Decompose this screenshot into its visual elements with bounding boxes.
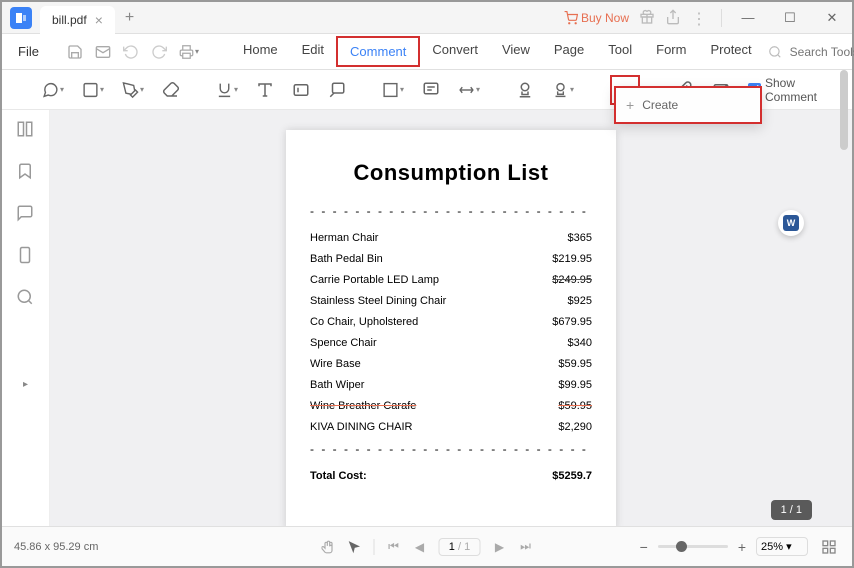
gift-icon[interactable] [639, 9, 657, 27]
first-page-button[interactable]: ⏮ [387, 539, 401, 554]
tab-form[interactable]: Form [644, 36, 698, 67]
tab-page[interactable]: Page [542, 36, 596, 67]
new-tab-button[interactable]: + [125, 9, 134, 27]
menubar: File ▾ Home Edit Comment Convert View Pa… [2, 34, 852, 70]
word-icon: W [783, 215, 799, 231]
doc-total: Total Cost:$5259.7 [310, 470, 592, 482]
doc-row: Carrie Portable LED Lamp$249.95 [310, 274, 592, 286]
close-button[interactable]: ✕ [812, 4, 852, 32]
expand-sidebar-icon[interactable]: ▸ [23, 379, 28, 390]
tab-edit[interactable]: Edit [290, 36, 336, 67]
callout-icon[interactable] [328, 79, 346, 101]
word-export-button[interactable]: W [778, 210, 804, 236]
note-icon[interactable]: ▾ [42, 79, 64, 101]
tab-convert[interactable]: Convert [420, 36, 490, 67]
cursor-coords: 45.86 x 95.29 cm [14, 541, 98, 553]
page-indicator: 1 / 1 [771, 500, 812, 520]
bookmark-icon[interactable] [16, 162, 36, 182]
tab-view[interactable]: View [490, 36, 542, 67]
comment-box-icon[interactable] [422, 79, 440, 101]
fit-page-icon[interactable] [818, 536, 840, 558]
next-page-button[interactable]: ▶ [493, 540, 507, 554]
page-number-input[interactable]: 1 / 1 [439, 538, 481, 556]
minimize-button[interactable]: — [728, 4, 768, 32]
eraser-icon[interactable] [162, 79, 180, 101]
more-icon[interactable]: ⋮ [691, 9, 709, 27]
file-menu[interactable]: File [10, 40, 47, 63]
doc-row: Wine Breather Carafe$59.95 [310, 400, 592, 412]
prev-page-button[interactable]: ◀ [413, 540, 427, 554]
search-input[interactable] [790, 45, 854, 59]
doc-row: Bath Pedal Bin$219.95 [310, 253, 592, 265]
last-page-button[interactable]: ⏭ [519, 539, 533, 554]
buy-now-link[interactable]: Buy Now [564, 11, 629, 25]
page-area: Consumption List - - - - - - - - - - - -… [50, 110, 852, 530]
print-icon[interactable]: ▾ [179, 42, 199, 62]
search-panel-icon[interactable] [16, 288, 36, 308]
app-icon [10, 7, 32, 29]
highlight-icon[interactable]: ▾ [82, 79, 104, 101]
tab-comment[interactable]: Comment [336, 36, 420, 67]
distance-icon[interactable]: ▾ [458, 79, 480, 101]
select-tool-icon[interactable] [348, 540, 362, 554]
undo-icon[interactable] [123, 42, 139, 62]
save-icon[interactable] [67, 42, 83, 62]
thumbnails-icon[interactable] [16, 120, 36, 140]
stamp-icon[interactable] [516, 79, 534, 101]
titlebar: bill.pdf × + Buy Now ⋮ — ☐ ✕ [2, 2, 852, 34]
comments-panel-icon[interactable] [16, 204, 36, 224]
create-signature-popup[interactable]: + Create [614, 86, 762, 124]
document-page: Consumption List - - - - - - - - - - - -… [286, 130, 616, 530]
vertical-scrollbar[interactable] [840, 70, 848, 150]
zoom-in-button[interactable]: + [738, 539, 746, 555]
doc-row: Wire Base$59.95 [310, 358, 592, 370]
doc-row: KIVA DINING CHAIR$2,290 [310, 421, 592, 433]
statusbar: 45.86 x 95.29 cm ⏮ ◀ 1 / 1 ▶ ⏭ − + 25% ▾ [2, 526, 852, 566]
shape-icon[interactable]: ▾ [382, 79, 404, 101]
doc-row: Co Chair, Upholstered$679.95 [310, 316, 592, 328]
tab-home[interactable]: Home [231, 36, 290, 67]
zoom-out-button[interactable]: − [640, 539, 648, 555]
underline-icon[interactable]: ▾ [216, 79, 238, 101]
zoom-select[interactable]: 25% ▾ [756, 537, 808, 556]
tab-tool[interactable]: Tool [596, 36, 644, 67]
stamp2-icon[interactable]: ▾ [552, 79, 574, 101]
search-icon [768, 45, 782, 59]
left-sidebar: ▸ [2, 110, 50, 530]
tab-filename: bill.pdf [52, 13, 87, 27]
doc-row: Bath Wiper$99.95 [310, 379, 592, 391]
attachments-panel-icon[interactable] [16, 246, 36, 266]
doc-row: Spence Chair$340 [310, 337, 592, 349]
maximize-button[interactable]: ☐ [770, 4, 810, 32]
file-tab[interactable]: bill.pdf × [40, 6, 115, 34]
tab-protect[interactable]: Protect [698, 36, 763, 67]
doc-divider: - - - - - - - - - - - - - - - - - - - - … [310, 442, 592, 456]
doc-row: Herman Chair$365 [310, 232, 592, 244]
doc-title: Consumption List [310, 160, 592, 186]
zoom-slider[interactable] [658, 545, 728, 548]
doc-divider: - - - - - - - - - - - - - - - - - - - - … [310, 204, 592, 218]
share-icon[interactable] [665, 9, 683, 27]
mail-icon[interactable] [95, 42, 111, 62]
redo-icon[interactable] [151, 42, 167, 62]
text-icon[interactable] [256, 79, 274, 101]
plus-icon: + [626, 97, 634, 113]
pencil-icon[interactable]: ▾ [122, 79, 144, 101]
doc-row: Stainless Steel Dining Chair$925 [310, 295, 592, 307]
textbox-icon[interactable] [292, 79, 310, 101]
tab-close-icon[interactable]: × [95, 12, 103, 28]
hand-tool-icon[interactable] [322, 540, 336, 554]
